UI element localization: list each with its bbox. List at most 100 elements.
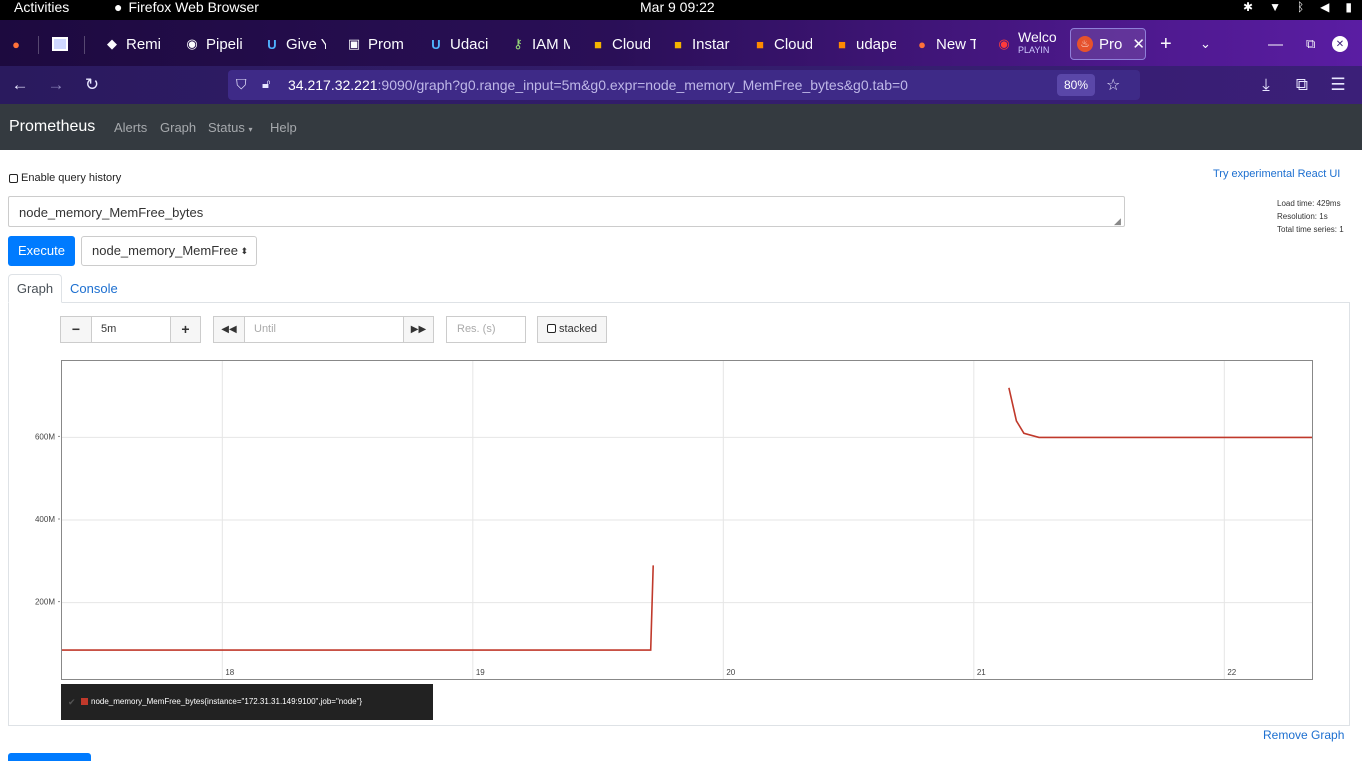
battery-icon: ▮	[1345, 0, 1352, 14]
youtube-icon: ◉	[998, 36, 1010, 51]
bluetooth-icon: ᛒ	[1296, 0, 1305, 14]
nav-alerts[interactable]: Alerts	[114, 120, 147, 135]
tab-prom-terminal[interactable]: ▣ Prom	[346, 28, 404, 60]
tab-cloudformation[interactable]: ■ Cloud	[752, 28, 812, 60]
range-increase-button[interactable]: +	[170, 316, 201, 343]
tab-welcome-playing[interactable]: ◉ Welco PLAYIN	[996, 28, 1056, 60]
aws-box-icon: ■	[594, 36, 602, 52]
forward-arrow-icon: →	[47, 75, 65, 94]
color-picker-icon: ✱	[1243, 0, 1254, 14]
chevron-down-icon: ⌄	[1200, 36, 1211, 51]
add-graph-button[interactable]	[8, 753, 91, 761]
y-tick-label: 200M	[35, 598, 55, 607]
remix-icon: ◆	[107, 36, 117, 51]
metric-select[interactable]: node_memory_MemFree ⬍	[81, 236, 257, 266]
shield-icon[interactable]: ⛉	[236, 76, 247, 93]
activities-button[interactable]: Activities	[14, 0, 69, 14]
tab-instances[interactable]: ■ Instar	[670, 28, 730, 60]
plus-icon: +	[181, 321, 190, 337]
firefox-view-button[interactable]: ●	[8, 28, 24, 60]
nav-status[interactable]: Status ▾	[208, 120, 253, 135]
tab-give[interactable]: U Give Y	[264, 28, 326, 60]
execute-button[interactable]: Execute	[8, 236, 75, 266]
menu-button[interactable]: ☰	[1327, 74, 1349, 96]
prometheus-brand[interactable]: Prometheus	[9, 118, 95, 136]
udacity-icon: U	[267, 36, 277, 52]
chart-area[interactable]: 18 19 20 21 22	[61, 360, 1313, 680]
tab-pipeline[interactable]: ◉ Pipeli	[184, 28, 242, 60]
prometheus-icon: ♨	[1077, 36, 1093, 52]
firefox-icon: ●	[114, 0, 123, 15]
forward-button[interactable]: →	[45, 74, 67, 96]
zoom-indicator[interactable]: 80%	[1057, 74, 1095, 96]
x-tick-label: 22	[1227, 668, 1236, 677]
query-history-label: Enable query history	[21, 172, 122, 184]
resolution: Resolution: 1s	[1277, 212, 1328, 221]
downloads-button[interactable]: ⤓	[1255, 74, 1277, 96]
close-window-button[interactable]: ✕	[1332, 28, 1348, 60]
extensions-button[interactable]: ⧉	[1291, 74, 1313, 96]
range-input[interactable]: 5m	[91, 316, 171, 343]
url-bar[interactable]: ⛉ 🔓︎ 34.217.32.221:9090/graph?g0.range_i…	[228, 70, 1140, 100]
minimize-button[interactable]: —	[1268, 28, 1283, 60]
load-time: Load time: 429ms	[1277, 199, 1341, 208]
remove-graph-link[interactable]: Remove Graph	[1263, 728, 1344, 742]
legend-series-label: node_memory_MemFree_bytes{instance="172.…	[91, 697, 363, 706]
tab-new-tab[interactable]: ● New T	[914, 28, 976, 60]
tab-udapeople[interactable]: ■ udape	[834, 28, 896, 60]
tab-window[interactable]	[52, 28, 68, 60]
nav-graph[interactable]: Graph	[160, 120, 196, 135]
tab-console[interactable]: Console	[70, 274, 118, 304]
new-tab-button[interactable]: +	[1160, 28, 1172, 60]
terminal-icon: ▣	[347, 36, 361, 51]
restore-icon: ⧉	[1306, 36, 1316, 51]
puzzle-icon: ⧉	[1295, 75, 1309, 94]
url-text[interactable]: 34.217.32.221:9090/graph?g0.range_input=…	[288, 77, 908, 93]
close-icon: ✕	[1332, 36, 1348, 52]
firefox-icon: ●	[918, 36, 926, 52]
resolution-input[interactable]: Res. (s)	[446, 316, 526, 343]
system-tray[interactable]: ✱ ▼ ᛒ ◀ ▮	[1243, 0, 1352, 14]
tab-remix[interactable]: ◆ Remi	[104, 28, 162, 60]
resize-handle-icon[interactable]: ◢	[1114, 216, 1121, 227]
close-tab-icon[interactable]: ✕	[1132, 35, 1145, 53]
select-arrows-icon: ⬍	[240, 246, 248, 256]
total-series: Total time series: 1	[1277, 225, 1344, 234]
app-menu[interactable]: ● Firefox Web Browser	[114, 0, 259, 14]
range-decrease-button[interactable]: −	[60, 316, 92, 343]
clock[interactable]: Mar 9 09:22	[640, 0, 715, 14]
key-icon: ⚷	[513, 36, 523, 51]
wifi-icon: ▼	[1269, 0, 1281, 14]
system-top-bar: Activities ● Firefox Web Browser Mar 9 0…	[0, 0, 1362, 20]
time-forward-button[interactable]: ▶▶	[403, 316, 434, 343]
query-history-checkbox[interactable]	[9, 174, 18, 183]
restore-button[interactable]: ⧉	[1306, 28, 1315, 60]
tab-cloud[interactable]: ■ Cloud	[590, 28, 650, 60]
bookmark-star-icon[interactable]: ☆	[1106, 75, 1120, 95]
time-back-button[interactable]: ◀◀	[213, 316, 245, 343]
aws-box-icon: ■	[674, 36, 682, 52]
reload-button[interactable]: ↻	[81, 74, 103, 96]
tab-graph[interactable]: Graph	[8, 274, 62, 303]
tab-iam[interactable]: ⚷ IAM M	[510, 28, 570, 60]
hamburger-menu-icon: ☰	[1330, 75, 1346, 94]
plus-icon: +	[1160, 32, 1172, 55]
y-tick-label: 600M	[35, 432, 55, 441]
cube-icon: ■	[838, 36, 846, 52]
tab-udacity[interactable]: U Udaci	[428, 28, 488, 60]
chart-svg: 18 19 20 21 22	[62, 361, 1312, 679]
tab-prometheus-active[interactable]: ♨ Pro ✕	[1070, 28, 1146, 60]
y-axis-labels: 200M 400M 600M	[35, 432, 60, 607]
chart-legend[interactable]: ✔ node_memory_MemFree_bytes{instance="17…	[61, 684, 433, 720]
cube-icon: ■	[756, 36, 764, 52]
stacked-toggle-button[interactable]: stacked	[537, 316, 607, 343]
minus-icon: −	[71, 321, 81, 337]
expression-input[interactable]: node_memory_MemFree_bytes	[8, 196, 1125, 227]
lock-insecure-icon[interactable]: 🔓︎	[262, 76, 270, 92]
x-tick-label: 20	[726, 668, 735, 677]
back-button[interactable]: ←	[9, 74, 31, 96]
react-ui-link[interactable]: Try experimental React UI	[1213, 168, 1340, 180]
nav-help[interactable]: Help	[270, 120, 297, 135]
until-input[interactable]: Until	[244, 316, 404, 343]
list-tabs-button[interactable]: ⌄	[1200, 28, 1211, 60]
